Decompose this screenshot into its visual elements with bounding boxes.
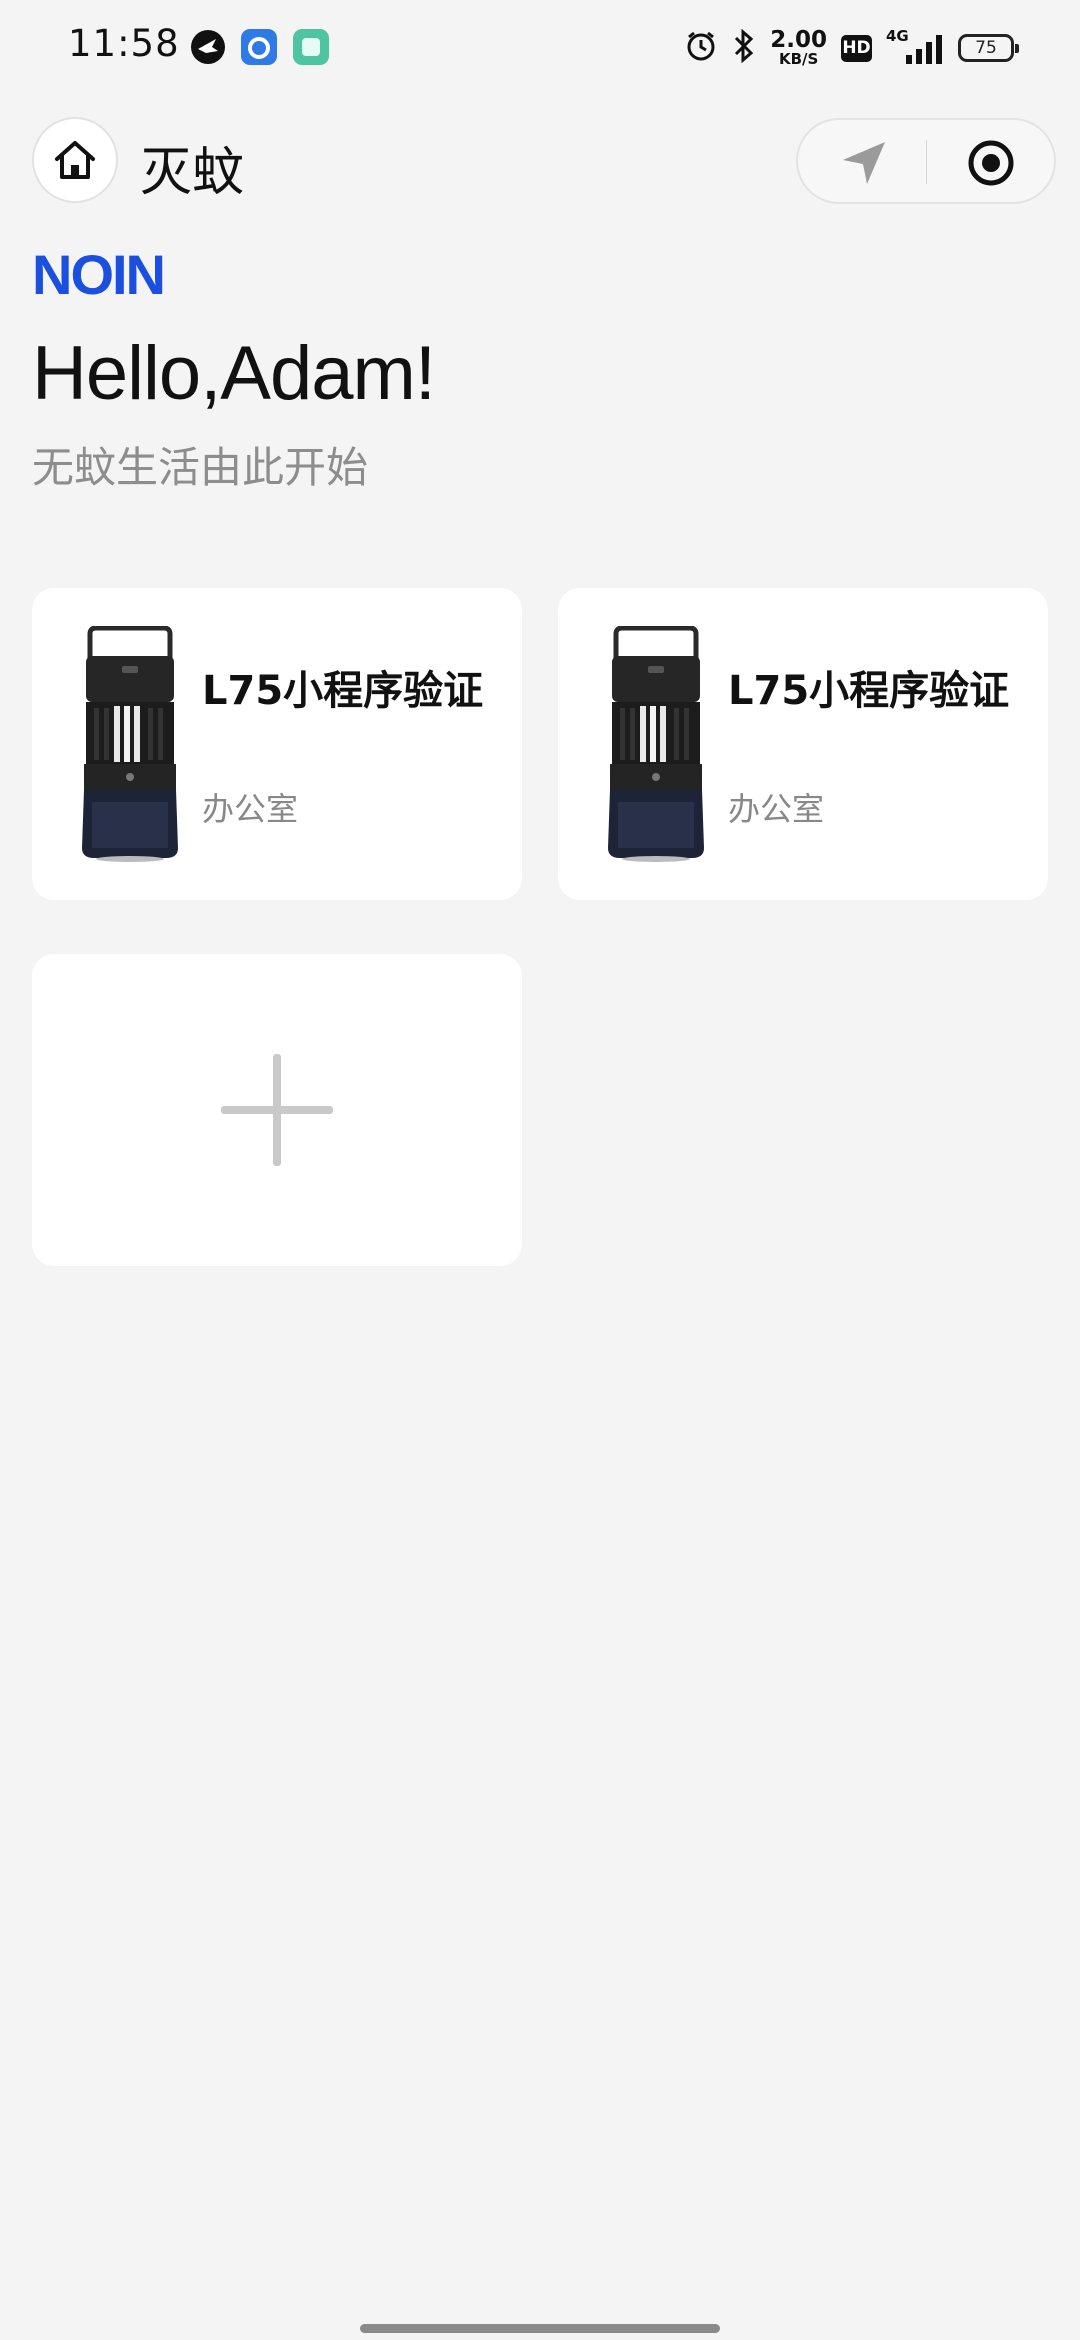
network-speed: 2.00 KB/S [770, 27, 827, 68]
location-arrow-icon [843, 142, 885, 184]
mosquito-lamp-image [608, 626, 704, 862]
plus-icon [221, 1054, 333, 1166]
subtitle: 无蚊生活由此开始 [32, 443, 369, 492]
svg-text:NOIN: NOIN [32, 248, 164, 300]
capsule-divider [926, 140, 927, 184]
status-bar: 11:58 2.00 KB/S HD 4G 75 [0, 0, 1080, 96]
mini-program-capsule [796, 118, 1056, 204]
home-indicator[interactable] [360, 2324, 720, 2333]
home-icon [55, 141, 95, 179]
signal-icon: 4G [886, 27, 944, 65]
target-icon [968, 140, 1014, 186]
device-card[interactable]: L75小程序验证 办公室 [32, 588, 522, 900]
page: 11:58 2.00 KB/S HD 4G 75 灭蚊 NOIN Hello,A… [0, 0, 1080, 2340]
page-title: 灭蚊 [140, 143, 245, 203]
alarm-icon [684, 29, 718, 67]
bluetooth-icon [732, 28, 756, 67]
device-room: 办公室 [202, 790, 299, 828]
close-mini-program-button[interactable] [968, 140, 1014, 186]
device-card[interactable]: L75小程序验证 办公室 [558, 588, 1048, 900]
bird-app-icon [190, 29, 226, 65]
device-name: L75小程序验证 [728, 668, 1010, 714]
device-room: 办公室 [728, 790, 825, 828]
blue-app-icon [241, 29, 277, 65]
status-time: 11:58 [68, 22, 180, 65]
battery-indicator: 75 [958, 34, 1019, 62]
green-app-icon [293, 29, 329, 65]
greeting: Hello,Adam! [32, 331, 436, 416]
home-button[interactable] [32, 117, 118, 203]
device-name: L75小程序验证 [202, 668, 484, 714]
hd-badge: HD [841, 34, 872, 62]
noin-logo: NOIN [32, 243, 180, 306]
mosquito-lamp-image [82, 626, 178, 862]
share-button[interactable] [838, 138, 890, 188]
status-indicators: 2.00 KB/S HD 4G 75 [684, 26, 1019, 70]
add-device-card[interactable] [32, 954, 522, 1266]
